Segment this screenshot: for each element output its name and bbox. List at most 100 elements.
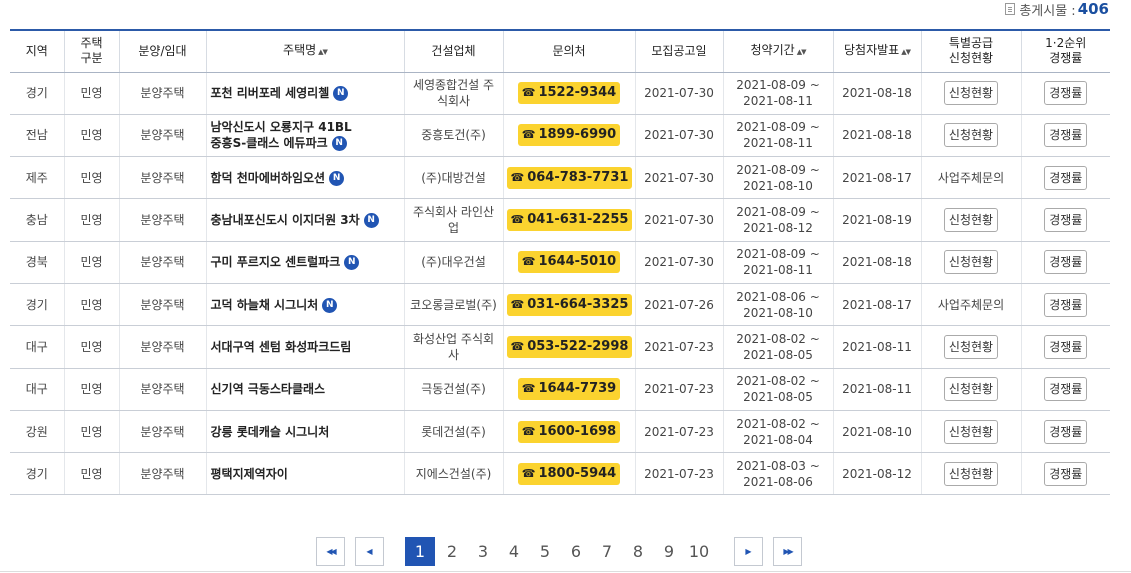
header-label: 특별공급 — [948, 36, 994, 51]
competition-rate-button[interactable]: 경쟁률 — [1044, 81, 1088, 106]
page-3-link[interactable]: 3 — [471, 537, 495, 566]
subscription-period-cell: 2021-08-09 ~2021-08-10 — [723, 156, 834, 200]
subscription-period-cell: 2021-08-09 ~2021-08-11 — [723, 241, 834, 284]
page-5-link[interactable]: 5 — [533, 537, 557, 566]
page-1-link[interactable]: 1 — [405, 537, 435, 566]
header-name[interactable]: 주택명 ▲▼ — [206, 29, 405, 73]
phone-number[interactable]: ☎ 031-664-3325 — [506, 293, 633, 316]
competition-rate-button[interactable]: 경쟁률 — [1044, 377, 1088, 402]
application-status-button[interactable]: 신청현황 — [943, 377, 999, 402]
table-header-row: 지역 주택 구분 분양/임대 주택명 ▲▼ 건설업체 문의처 모집공고일 청약기간 ▲▼ 당첨자발표 ▲… — [10, 29, 1110, 73]
phone-icon: ☎ — [521, 382, 536, 396]
housing-name-cell[interactable]: 남악신도시 오룡지구 41BL 중흥S-클래스 에듀파크 N — [206, 114, 405, 158]
header-winner[interactable]: 당첨자발표 ▲▼ — [833, 29, 922, 73]
builder-text: 중흥토건(주) — [421, 128, 486, 143]
housing-name-link[interactable]: 평택지제역자이 — [211, 467, 288, 481]
housing-name-link[interactable]: 포천 리버포레 세영리첼 — [211, 86, 330, 100]
application-status-button[interactable]: 신청현황 — [943, 419, 999, 444]
competition-rate-button[interactable]: 경쟁률 — [1044, 292, 1088, 317]
housing-name-cell[interactable]: 강릉 롯데캐슬 시그니처 — [206, 410, 405, 454]
sort-icon[interactable]: ▲▼ — [797, 48, 807, 56]
page-4-link[interactable]: 4 — [502, 537, 526, 566]
application-status-button[interactable]: 신청현황 — [943, 208, 999, 233]
housing-name-link[interactable]: 강릉 롯데캐슬 시그니처 — [211, 425, 330, 439]
contact-cell: ☎ 1899-6990 — [503, 114, 636, 158]
phone-text: 053-522-2998 — [527, 338, 629, 354]
period-text: 2021-08-02 ~ — [736, 331, 820, 346]
page-8-link[interactable]: 8 — [626, 537, 650, 566]
application-status-button[interactable]: 신청현황 — [943, 250, 999, 275]
competition-rate-button[interactable]: 경쟁률 — [1044, 461, 1088, 486]
phone-number[interactable]: ☎ 1899-6990 — [517, 124, 621, 147]
phone-text: 1522-9344 — [538, 85, 617, 101]
application-status-button[interactable]: 신청현황 — [943, 123, 999, 148]
phone-number[interactable]: ☎ 064-783-7731 — [506, 166, 633, 189]
subscription-period-cell: 2021-08-09 ~2021-08-12 — [723, 198, 834, 242]
sort-icon[interactable]: ▲▼ — [901, 48, 911, 56]
housing-name-cell[interactable]: 포천 리버포레 세영리첼 N — [206, 72, 405, 115]
housing-name-cell[interactable]: 함덕 천마에버하임오션 N — [206, 156, 405, 200]
builder-cell: 화성산업 주식회 사 — [404, 325, 504, 369]
housing-name-link[interactable]: 서대구역 센텀 화성파크드림 — [211, 340, 352, 354]
housing-name-cell[interactable]: 고덕 하늘채 시그니처 N — [206, 283, 405, 327]
header-label: 경쟁률 — [1049, 51, 1083, 66]
builder-text: 사 — [447, 347, 460, 362]
competition-rate-button[interactable]: 경쟁률 — [1044, 419, 1088, 444]
housing-name-link[interactable]: 남악신도시 오룡지구 41BL — [211, 120, 352, 134]
housing-name-cell[interactable]: 서대구역 센텀 화성파크드림 — [206, 325, 405, 369]
prev-page-button[interactable]: ◀ — [355, 537, 384, 566]
double-chevron-left-icon: ◀◀ — [326, 547, 336, 556]
next-page-button[interactable]: ▶ — [734, 537, 763, 566]
housing-name-link[interactable]: 신기역 극동스타클래스 — [211, 382, 326, 396]
page-9-link[interactable]: 9 — [657, 537, 681, 566]
housing-name-link[interactable]: 함덕 천마에버하임오션 — [211, 171, 326, 185]
builder-text: 코오롱글로벌(주) — [410, 297, 497, 312]
page-6-link[interactable]: 6 — [564, 537, 588, 566]
phone-number[interactable]: ☎ 1644-5010 — [517, 251, 621, 274]
competition-rate-button[interactable]: 경쟁률 — [1044, 165, 1088, 190]
header-period[interactable]: 청약기간 ▲▼ — [723, 29, 834, 73]
region-cell: 강원 — [10, 410, 65, 454]
housing-name-link[interactable]: 구미 푸르지오 센트럴파크 — [211, 255, 341, 269]
housing-type-cell: 민영 — [64, 156, 120, 200]
phone-icon: ☎ — [521, 86, 536, 100]
total-count-bar: 총게시물 : 406 — [1005, 0, 1109, 19]
phone-number[interactable]: ☎ 1644-7739 — [517, 378, 621, 401]
last-page-button[interactable]: ▶▶ — [773, 537, 802, 566]
application-status-button[interactable]: 신청현황 — [943, 334, 999, 359]
phone-number[interactable]: ☎ 1600-1698 — [517, 420, 621, 443]
competition-rate-button[interactable]: 경쟁률 — [1044, 250, 1088, 275]
page-10-link[interactable]: 10 — [687, 537, 711, 566]
housing-name-cell[interactable]: 평택지제역자이 — [206, 452, 405, 496]
header-sale: 분양/임대 — [119, 29, 207, 73]
application-status-button[interactable]: 신청현황 — [943, 461, 999, 486]
competition-rate-button[interactable]: 경쟁률 — [1044, 334, 1088, 359]
phone-icon: ☎ — [510, 297, 525, 311]
period-text: 2021-08-09 ~ — [736, 78, 820, 93]
housing-name-cell[interactable]: 충남내포신도시 이지더원 3차 N — [206, 198, 405, 242]
housing-name-link[interactable]: 중흥S-클래스 에듀파크 — [211, 136, 328, 150]
sort-icon[interactable]: ▲▼ — [318, 48, 328, 56]
page-2-link[interactable]: 2 — [440, 537, 464, 566]
competition-rate-button[interactable]: 경쟁률 — [1044, 208, 1088, 233]
special-supply-cell: 신청현황 — [921, 198, 1022, 242]
phone-number[interactable]: ☎ 053-522-2998 — [506, 335, 633, 358]
page-7-link[interactable]: 7 — [595, 537, 619, 566]
phone-number[interactable]: ☎ 1800-5944 — [517, 462, 621, 485]
housing-name-link[interactable]: 충남내포신도시 이지더원 3차 — [211, 213, 360, 227]
phone-number[interactable]: ☎ 1522-9344 — [517, 82, 621, 105]
application-status-button[interactable]: 신청현황 — [943, 81, 999, 106]
period-text: 2021-08-02 ~ — [736, 374, 820, 389]
period-text: 2021-08-09 ~ — [736, 205, 820, 220]
table-row: 대구 민영 분양주택 신기역 극동스타클래스 극동건설(주) ☎ 1644-7739 2021… — [10, 368, 1110, 411]
competition-cell: 경쟁률 — [1021, 410, 1110, 454]
special-supply-cell: 사업주체문의 — [921, 156, 1022, 200]
first-page-button[interactable]: ◀◀ — [316, 537, 345, 566]
phone-number[interactable]: ☎ 041-631-2255 — [506, 209, 633, 232]
phone-text: 1644-7739 — [538, 381, 617, 397]
competition-rate-button[interactable]: 경쟁률 — [1044, 123, 1088, 148]
housing-name-link[interactable]: 고덕 하늘채 시그니처 — [211, 298, 319, 312]
housing-name-cell[interactable]: 구미 푸르지오 센트럴파크 N — [206, 241, 405, 284]
period-text: 2021-08-06 — [743, 474, 813, 489]
housing-name-cell[interactable]: 신기역 극동스타클래스 — [206, 368, 405, 411]
